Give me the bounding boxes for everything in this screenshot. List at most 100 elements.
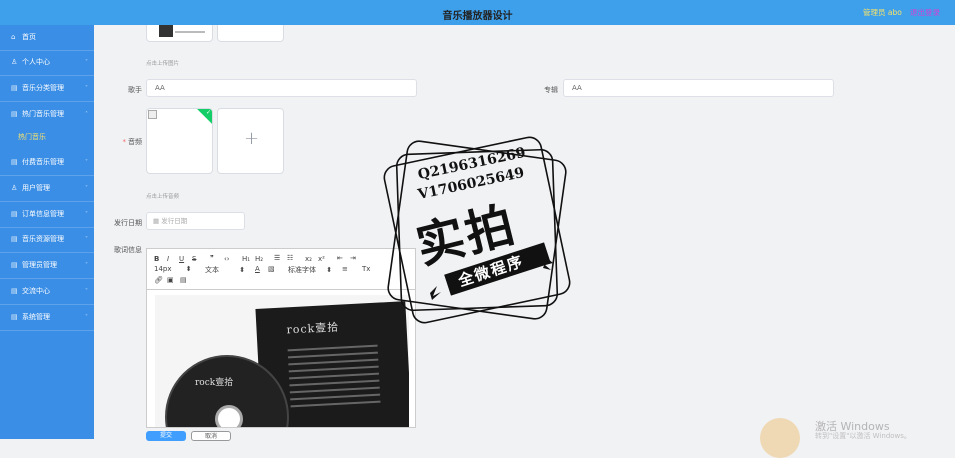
font-family-value: 标准字体 <box>288 266 316 274</box>
calendar-icon: ▦ <box>153 217 162 225</box>
sidebar-item-resources[interactable]: ▤ 音乐资源管理 ˅ <box>0 227 94 253</box>
logout-link[interactable]: 退出登录 <box>910 7 940 18</box>
bold-button[interactable]: B <box>154 255 159 263</box>
sidebar-item-label: 音乐分类管理 <box>22 84 64 92</box>
cover-upload-button[interactable] <box>217 25 284 42</box>
sidebar-item-orders[interactable]: ▤ 订单信息管理 ˅ <box>0 202 94 228</box>
sidebar-item-home[interactable]: ⌂ 首页 <box>0 25 94 51</box>
chevron-down-icon: ˅ <box>85 314 88 321</box>
lyrics-label: 歌词信息 <box>114 246 142 254</box>
lyrics-content-image: rock壹拾 rock壹拾 <box>155 295 409 427</box>
sidebar-item-label: 热门音乐管理 <box>22 110 64 118</box>
top-bar: 音乐播放器设计 管理员 abo 退出登录 <box>0 0 955 25</box>
chevron-down-icon: ˅ <box>85 236 88 243</box>
cancel-button[interactable]: 取消 <box>191 431 231 441</box>
sidebar-item-label: 管理员管理 <box>22 261 57 269</box>
sidebar-item-chat[interactable]: ▤ 交流中心 ˅ <box>0 279 94 305</box>
ordered-list-button[interactable]: ☰ <box>274 254 280 262</box>
pay-icon: ▤ <box>11 158 18 166</box>
sidebar-item-label: 音乐资源管理 <box>22 235 64 243</box>
heading1-button[interactable]: H₁ <box>242 255 250 263</box>
superscript-button[interactable]: x² <box>318 255 325 263</box>
sidebar-item-label: 订单信息管理 <box>22 210 64 218</box>
sidebar-item-music-category[interactable]: ▤ 音乐分类管理 ˅ <box>0 76 94 102</box>
sidebar-item-label: 首页 <box>22 33 36 41</box>
code-button[interactable]: ‹› <box>224 255 230 263</box>
order-icon: ▤ <box>11 210 18 218</box>
watermark-stamp: Q2196316269 V1706025649 实拍 全微程序 <box>375 128 580 333</box>
font-family-select[interactable]: 标准字体 ⬍ <box>288 265 332 275</box>
sidebar-subitem-label: 热门音乐 <box>18 133 46 141</box>
quote-button[interactable]: ❞ <box>210 254 214 262</box>
sidebar-item-system[interactable]: ▤ 系统管理 ˅ <box>0 305 94 331</box>
cover-thumb-line <box>175 31 205 33</box>
release-date-label: 发行日期 <box>114 219 142 227</box>
underline-button[interactable]: U <box>179 255 184 263</box>
chevron-down-icon: ˅ <box>85 185 88 192</box>
app-title: 音乐播放器设计 <box>442 11 513 22</box>
home-icon: ⌂ <box>11 33 16 41</box>
sidebar-item-hot-music[interactable]: ▤ 热门音乐管理 ˄ <box>0 102 94 128</box>
audio-label: * 音频 <box>110 137 143 147</box>
image-icon[interactable]: ▣ <box>167 276 174 284</box>
chevron-down-icon: ˅ <box>85 211 88 218</box>
category-icon: ▤ <box>11 84 18 92</box>
font-size-select[interactable]: 14px ⬍ <box>154 265 192 273</box>
italic-button[interactable]: I <box>167 255 169 263</box>
chevron-down-icon: ˅ <box>85 159 88 166</box>
outdent-button[interactable]: ⇤ <box>337 254 343 262</box>
audio-label-text: 音频 <box>128 138 142 146</box>
cover-thumbnail <box>159 25 173 37</box>
audio-file-preview[interactable]: ✓ <box>146 108 213 174</box>
sidebar-item-paid-music[interactable]: ▤ 付费音乐管理 ˅ <box>0 150 94 176</box>
users-icon: ♙ <box>11 184 18 192</box>
font-size-value: 14px <box>154 265 172 273</box>
disc-title-art: rock壹拾 <box>195 378 234 388</box>
chevron-down-icon: ˅ <box>85 59 88 66</box>
font-color-button[interactable]: A <box>255 265 260 273</box>
cover-upload-hint: 点击上传图片 <box>146 61 180 67</box>
sidebar-item-admins[interactable]: ▤ 管理员管理 ˅ <box>0 253 94 279</box>
cd-hole <box>215 405 243 427</box>
text-style-value: 文本 <box>205 266 219 274</box>
music-icon: ▤ <box>11 110 18 118</box>
chevron-down-icon: ˅ <box>85 85 88 92</box>
album-label: 专辑 <box>544 86 558 94</box>
link-icon[interactable]: 🔗︎ <box>154 276 163 284</box>
activation-decoration <box>760 418 800 458</box>
chevron-up-icon: ˄ <box>85 111 88 118</box>
clear-format-button[interactable]: Tx <box>362 265 370 273</box>
singer-input[interactable]: AA <box>146 79 417 97</box>
sidebar-item-label: 交流中心 <box>22 287 50 295</box>
cover-image-preview[interactable] <box>146 25 213 42</box>
album-input[interactable]: AA <box>563 79 834 97</box>
admin-icon: ▤ <box>11 261 18 269</box>
release-date-input[interactable]: ▦ 发行日期 <box>146 212 245 230</box>
audio-upload-button[interactable]: + <box>217 108 284 174</box>
audio-upload-hint: 点击上传音频 <box>146 194 180 200</box>
background-color-button[interactable]: ▧ <box>268 265 275 273</box>
sidebar-subitem-hot-music[interactable]: 热门音乐 <box>0 126 94 148</box>
resource-icon: ▤ <box>11 235 18 243</box>
sidebar-item-profile[interactable]: ♙ 个人中心 ˅ <box>0 50 94 76</box>
indent-button[interactable]: ⇥ <box>350 254 356 262</box>
required-mark: * <box>122 138 127 146</box>
admin-label: 管理员 abo <box>863 8 902 17</box>
heading2-button[interactable]: H₂ <box>255 255 263 263</box>
bullet-list-button[interactable]: ☷ <box>287 254 293 262</box>
strike-button[interactable]: S <box>192 255 196 263</box>
video-icon[interactable]: ▤ <box>180 276 187 284</box>
broken-image-icon <box>148 110 157 119</box>
sidebar-item-label: 用户管理 <box>22 184 50 192</box>
album-title-art: rock壹拾 <box>286 320 340 337</box>
subscript-button[interactable]: x₂ <box>305 255 312 263</box>
chevron-down-icon: ˅ <box>85 262 88 269</box>
singer-label: 歌手 <box>128 86 142 94</box>
submit-button[interactable]: 提交 <box>146 431 186 441</box>
chevron-down-icon: ˅ <box>85 288 88 295</box>
align-button[interactable]: ≡ <box>342 265 348 273</box>
text-style-select[interactable]: 文本 ⬍ <box>205 265 245 275</box>
sidebar-item-users[interactable]: ♙ 用户管理 ˅ <box>0 176 94 202</box>
chat-icon: ▤ <box>11 287 18 295</box>
sidebar-item-label: 系统管理 <box>22 313 50 321</box>
